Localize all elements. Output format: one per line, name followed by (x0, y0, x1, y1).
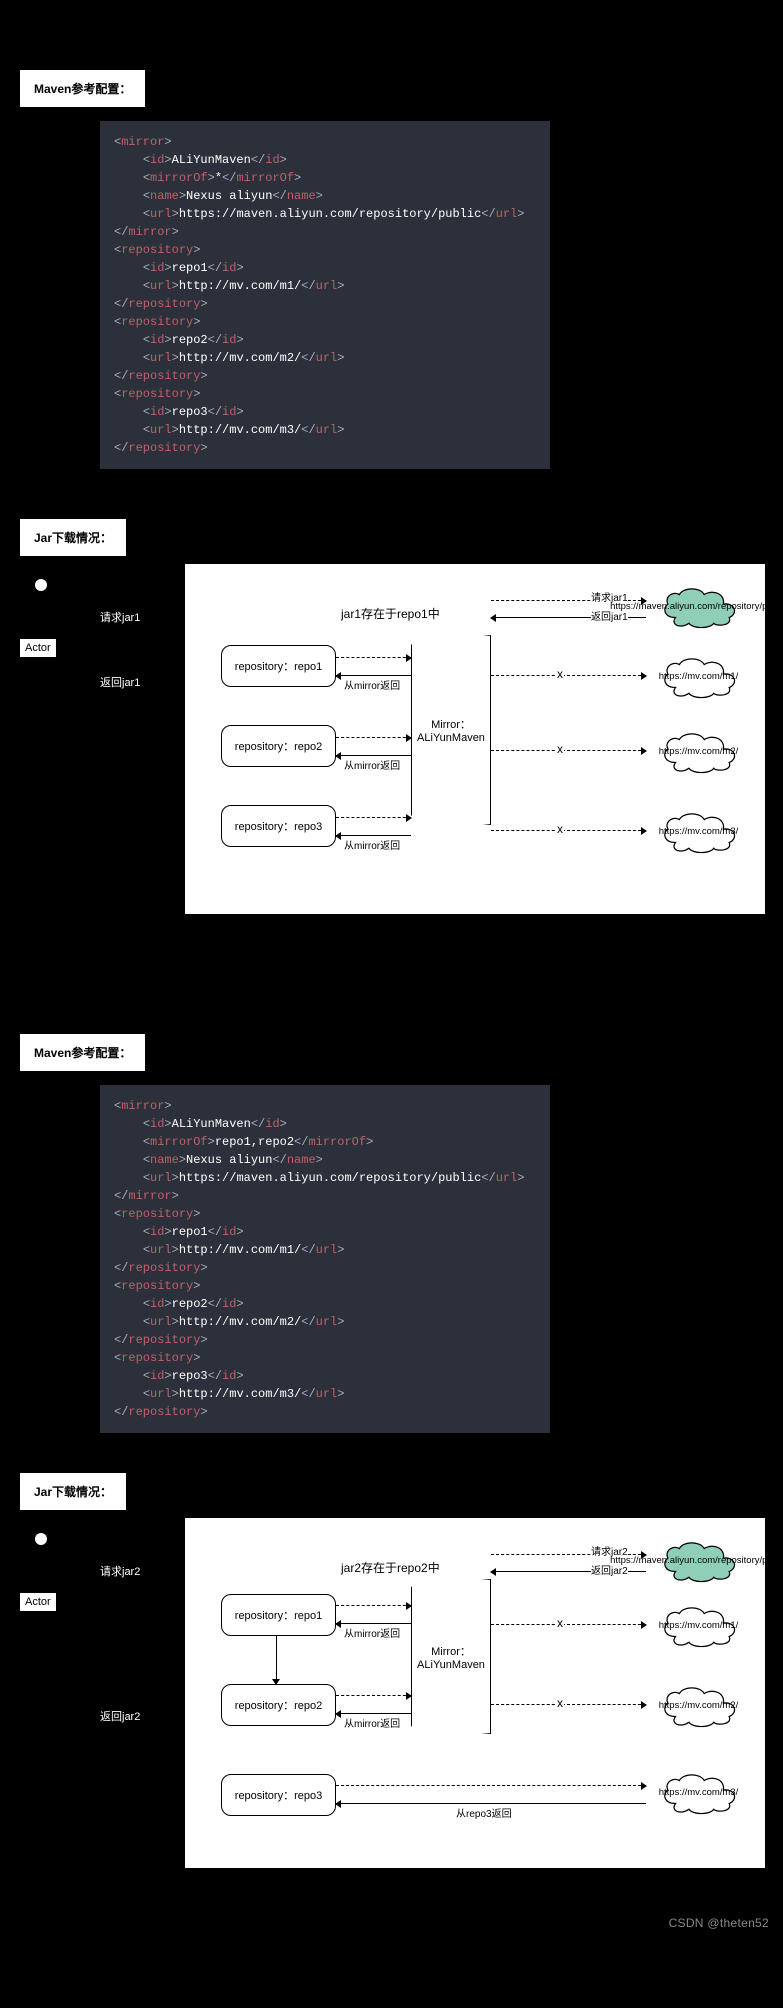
from-mirror-1a: 从mirror返回 (344, 677, 400, 692)
repo3-box: repository：repo3 (221, 805, 336, 847)
from-mirror-1c: 从mirror返回 (344, 837, 400, 852)
repo1-box-2: repository：repo1 (221, 1594, 336, 1636)
from-mirror-1b: 从mirror返回 (344, 757, 400, 772)
jar-download-label-1: Jar下载情况： (20, 519, 126, 556)
return-jar2-label: 返回jar2 (100, 1708, 140, 1724)
repo3-box-2: repository：repo3 (221, 1774, 336, 1816)
maven-config-label-1: Maven参考配置： (20, 70, 145, 107)
mirror-box-1: Mirror： ALiYunMaven (411, 635, 491, 825)
cloud-m3-2: https://mv.com/m3/ (646, 1771, 751, 1815)
request-jar1-label: 请求jar1 (100, 609, 140, 625)
from-mirror-2a: 从mirror返回 (344, 1625, 400, 1640)
cloud-m3-1: https://mv.com/m3/ (646, 810, 751, 854)
repo2-box-2: repository：repo2 (221, 1684, 336, 1726)
return-jar1-label: 返回jar1 (100, 674, 140, 690)
code-block-1: <mirror> <id>ALiYunMaven</id> <mirrorOf>… (100, 121, 550, 469)
block-x-icon: x (556, 822, 564, 836)
actor-icon (35, 579, 47, 591)
cloud-aliyun-2: https://maven.aliyun.com/repository/publ… (646, 1539, 751, 1583)
from-repo3-label: 从repo3返回 (456, 1805, 512, 1820)
block-x-icon: x (556, 1616, 564, 1630)
mirror-box-2: Mirror： ALiYunMaven (411, 1579, 491, 1734)
diagram-2: jar2存在于repo2中 repository：repo1 repositor… (185, 1518, 765, 1868)
block-x-icon: x (556, 742, 564, 756)
actor-label-2: Actor (20, 1593, 56, 1611)
cloud-m1-1: https://mv.com/m1/ (646, 655, 751, 699)
diagram-1: jar1存在于repo1中 repository：repo1 repositor… (185, 564, 765, 914)
request-jar2-label: 请求jar2 (100, 1563, 140, 1579)
block-x-icon: x (556, 667, 564, 681)
code-block-2: <mirror> <id>ALiYunMaven</id> <mirrorOf>… (100, 1085, 550, 1433)
diagram1-title: jar1存在于repo1中 (341, 605, 440, 622)
block-x-icon: x (556, 1696, 564, 1710)
cloud-m2-2: https://mv.com/m2/ (646, 1684, 751, 1728)
diagram2-title: jar2存在于repo2中 (341, 1559, 440, 1576)
cloud-aliyun-1: https://maven.aliyun.com/repository/publ… (646, 585, 751, 629)
repo2-box: repository：repo2 (221, 725, 336, 767)
jar-download-label-2: Jar下载情况： (20, 1473, 126, 1510)
actor-label-1: Actor (20, 639, 56, 657)
maven-config-label-2: Maven参考配置： (20, 1034, 145, 1071)
repo1-box: repository：repo1 (221, 645, 336, 687)
watermark: CSDN @theten52 (669, 1916, 769, 1930)
cloud-m2-1: https://mv.com/m2/ (646, 730, 751, 774)
actor-icon (35, 1533, 47, 1545)
cloud-m1-2: https://mv.com/m1/ (646, 1604, 751, 1648)
from-mirror-2b: 从mirror返回 (344, 1715, 400, 1730)
